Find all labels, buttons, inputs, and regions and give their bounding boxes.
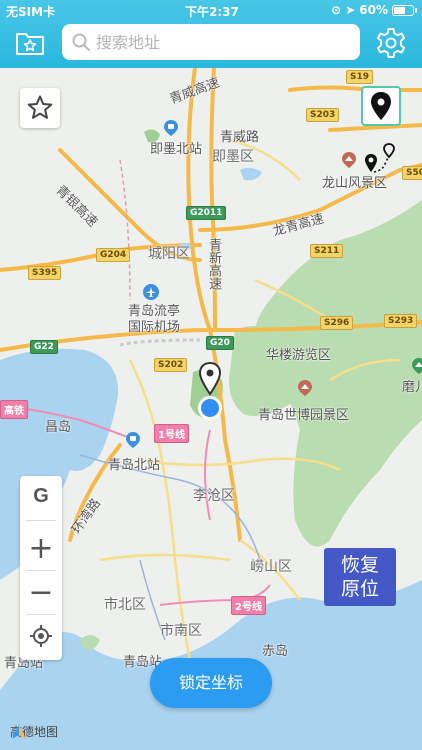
shield-s202: S202: [154, 358, 188, 372]
road-qingxin: 青新高速: [206, 238, 221, 290]
place-hualou: 华楼游览区: [266, 348, 332, 363]
search-bar[interactable]: [62, 24, 360, 60]
shield-g20: G20: [206, 336, 234, 350]
map-controls-panel: G + −: [20, 476, 62, 660]
metro-line2: 2号线: [231, 596, 266, 615]
carrier-label: 无SIM卡: [6, 5, 56, 19]
train-station-icon: [126, 432, 140, 448]
route-button[interactable]: [361, 140, 401, 180]
shield-g2011: G2011: [186, 206, 227, 220]
district-licang: 李沧区: [193, 488, 235, 504]
lock-rotation-icon: ⊙: [331, 3, 342, 17]
district-jimo: 即墨区: [212, 149, 254, 165]
scenic-spot-icon: [298, 380, 312, 396]
amap-logo: 高德地图: [10, 723, 58, 740]
zoom-in-button[interactable]: +: [20, 528, 62, 568]
map-pin-icon: [371, 92, 391, 120]
settings-button[interactable]: [374, 26, 408, 60]
status-bar: 无SIM卡 下午2:37 ⊙ ➤ 60%: [0, 0, 422, 22]
google-layer-button[interactable]: G: [20, 476, 62, 516]
shield-s19: S19: [346, 70, 374, 84]
location-pin-button[interactable]: [361, 86, 401, 126]
star-folder-icon: [16, 33, 44, 55]
shield-s203: S203: [306, 108, 340, 122]
restore-position-button[interactable]: 恢复 原位: [324, 548, 396, 606]
shield-s211: S211: [310, 244, 344, 258]
shield-g204: G204: [96, 248, 131, 262]
divider: [26, 520, 56, 521]
zoom-out-button[interactable]: −: [20, 572, 62, 612]
district-shibei: 市北区: [104, 597, 146, 613]
battery-icon: [392, 4, 417, 16]
place-moer: 磨儿: [402, 380, 422, 395]
search-icon: [72, 33, 90, 51]
restore-label: 恢复 原位: [340, 554, 379, 600]
shield-s296: S296: [320, 316, 354, 330]
current-location-dot: [198, 396, 222, 420]
amap-logo-icon: [12, 725, 26, 739]
map-pin-icon: [198, 362, 222, 396]
search-input[interactable]: [96, 32, 346, 52]
crosshair-icon: [30, 625, 52, 647]
lock-coordinates-button[interactable]: 锁定坐标: [150, 658, 272, 708]
place-qingdao-north: 青岛北站: [108, 458, 161, 473]
place-changyi: 昌岛: [45, 420, 72, 435]
top-bar: 无SIM卡 下午2:37 ⊙ ➤ 60%: [0, 0, 422, 68]
airport-icon: [143, 284, 159, 300]
place-airport: 青岛流亭 国际机场: [128, 304, 181, 335]
favorites-folder-button[interactable]: [14, 26, 46, 58]
road-jimo: 青威路: [220, 130, 260, 145]
location-arrow-icon: ➤: [345, 3, 356, 17]
place-expo: 青岛世博园景区: [258, 408, 350, 423]
locate-me-button[interactable]: [20, 616, 62, 656]
metro-line1: 1号线: [154, 424, 189, 443]
train-station-icon: [164, 120, 178, 136]
route-icon: [365, 143, 395, 173]
scenic-spot-icon: [342, 152, 356, 168]
divider: [26, 570, 56, 571]
status-right: ⊙ ➤ 60%: [331, 3, 417, 17]
shield-s293: S293: [384, 314, 418, 328]
place-chikou: 赤岛: [262, 644, 289, 659]
favorite-button[interactable]: [20, 88, 60, 128]
shield-highspeed: 高铁: [0, 400, 28, 419]
gear-icon: [376, 28, 406, 58]
battery-percent: 60%: [359, 3, 388, 17]
district-shinan: 市南区: [160, 623, 202, 639]
star-icon: [27, 95, 53, 119]
place-jimo-north: 即墨北站: [150, 142, 203, 157]
map-view[interactable]: 即墨区 城阳区 李沧区 崂山区 市北区 市南区 即墨北站 青岛流亭 国际机场 青…: [0, 68, 422, 750]
shield-g22: G22: [30, 340, 58, 354]
district-chengyang: 城阳区: [148, 246, 190, 262]
district-laoshan: 崂山区: [250, 559, 292, 575]
divider: [26, 614, 56, 615]
park-icon: [412, 358, 422, 374]
status-time: 下午2:37: [185, 5, 239, 19]
shield-s502: S502: [402, 166, 422, 180]
shield-s395: S395: [28, 266, 62, 280]
